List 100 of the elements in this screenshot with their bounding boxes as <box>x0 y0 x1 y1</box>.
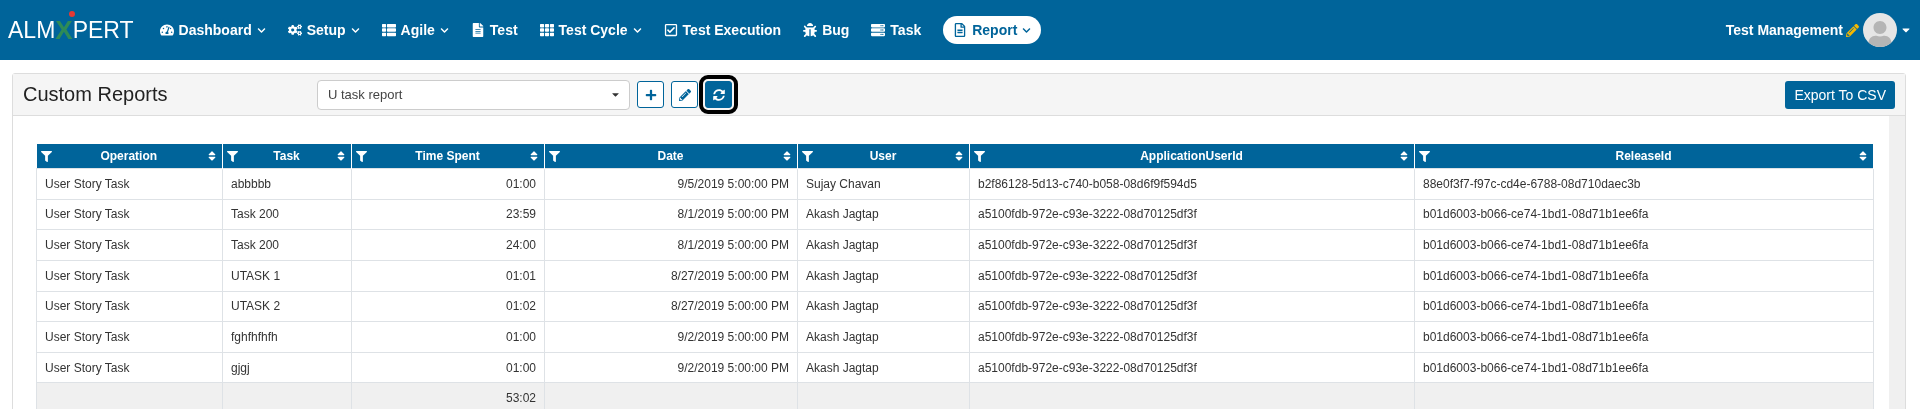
chevron-icon <box>1022 25 1032 35</box>
sort-icon[interactable] <box>335 150 347 162</box>
document-icon <box>953 23 968 37</box>
gauge-icon <box>159 23 174 37</box>
table-cell: Task 200 <box>222 229 352 261</box>
gears-icon <box>287 23 302 37</box>
chevron-icon <box>632 25 642 35</box>
table-cell: Akash Jagtap <box>797 229 970 261</box>
table-cell: b01d6003-b066-ce74-1bd1-08d71b1ee6fa <box>1414 199 1874 230</box>
table-cell: a5100fdb-972e-c93e-3222-08d70125df3f <box>969 291 1415 322</box>
table-cell: 8/27/2019 5:00:00 PM <box>544 291 798 322</box>
table-cell: User Story Task <box>36 352 223 383</box>
add-button[interactable] <box>637 81 664 108</box>
table-cell: 23:59 <box>351 199 545 230</box>
table-cell: 01:01 <box>351 260 545 291</box>
column-header[interactable]: Time Spent <box>351 144 545 169</box>
table-cell: b01d6003-b066-ce74-1bd1-08d71b1ee6fa <box>1414 352 1874 383</box>
table-cell: 9/2/2019 5:00:00 PM <box>544 352 798 383</box>
nav-item[interactable]: Task <box>871 22 922 38</box>
total-cell: 53:02 <box>351 382 545 409</box>
table-cell: Sujay Chavan <box>797 168 970 200</box>
nav-item[interactable]: Test Cycle <box>539 22 642 38</box>
refresh-icon <box>712 88 725 101</box>
pencil-icon <box>678 88 691 101</box>
table-cell: a5100fdb-972e-c93e-3222-08d70125df3f <box>969 352 1415 383</box>
table-cell: a5100fdb-972e-c93e-3222-08d70125df3f <box>969 229 1415 261</box>
table-cell: b01d6003-b066-ce74-1bd1-08d71b1ee6fa <box>1414 229 1874 261</box>
plus-icon <box>644 88 657 101</box>
column-header[interactable]: ReleaseId <box>1414 144 1874 169</box>
table-cell: UTASK 1 <box>222 260 352 291</box>
logo[interactable]: ALMXPERT <box>8 14 134 46</box>
column-header[interactable]: User <box>797 144 970 169</box>
table-cell: 9/5/2019 5:00:00 PM <box>544 168 798 200</box>
table-cell: 8/1/2019 5:00:00 PM <box>544 229 798 261</box>
table-cell: 88e0f3f7-f97c-cd4e-6788-08d710daec3b <box>1414 168 1874 200</box>
nav-item[interactable]: Test Execution <box>663 22 782 38</box>
sort-icon[interactable] <box>781 150 793 162</box>
panel-title: Custom Reports <box>23 83 169 106</box>
table-cell: gjgj <box>222 352 352 383</box>
grid-icon <box>539 23 554 37</box>
table-cell: Akash Jagtap <box>797 321 970 353</box>
table-cell: a5100fdb-972e-c93e-3222-08d70125df3f <box>969 199 1415 230</box>
sort-icon[interactable] <box>1398 150 1410 162</box>
filter-icon[interactable] <box>40 150 52 162</box>
chevron-icon <box>439 25 449 35</box>
table-cell: 8/1/2019 5:00:00 PM <box>544 199 798 230</box>
table-cell: 01:02 <box>351 291 545 322</box>
filter-icon[interactable] <box>1419 150 1430 162</box>
filter-icon[interactable] <box>974 150 985 162</box>
table-cell: User Story Task <box>36 291 223 322</box>
avatar[interactable] <box>1863 13 1897 47</box>
scrollbar[interactable] <box>1889 116 1905 409</box>
column-header[interactable]: Task <box>222 144 352 169</box>
table-cell: User Story Task <box>36 321 223 353</box>
export-button[interactable]: Export To CSV <box>1785 80 1895 109</box>
table-cell: Task 200 <box>222 199 352 230</box>
table-cell: Akash Jagtap <box>797 260 970 291</box>
table-cell: 01:00 <box>351 321 545 353</box>
table-cell: User Story Task <box>36 260 223 291</box>
report-select[interactable]: U task report <box>317 79 630 110</box>
table-cell: Akash Jagtap <box>797 352 970 383</box>
sort-icon[interactable] <box>206 150 218 162</box>
table-cell: abbbbb <box>222 168 352 200</box>
nav-item[interactable]: Dashboard <box>159 22 266 38</box>
edit-button[interactable] <box>671 81 698 108</box>
nav-item[interactable]: Agile <box>381 22 449 38</box>
checkbox-icon <box>663 23 678 37</box>
table-cell: User Story Task <box>36 229 223 261</box>
user-name[interactable]: Test Management <box>1725 22 1843 38</box>
sort-icon[interactable] <box>528 150 540 162</box>
nav-item[interactable]: Test <box>470 22 518 38</box>
nav-item[interactable]: Bug <box>803 22 850 38</box>
filter-icon[interactable] <box>549 150 560 162</box>
table-cell: b01d6003-b066-ce74-1bd1-08d71b1ee6fa <box>1414 291 1874 322</box>
pencil-icon[interactable] <box>1846 23 1859 37</box>
filter-icon[interactable] <box>356 150 367 162</box>
sort-icon[interactable] <box>953 150 965 162</box>
table-cell: b01d6003-b066-ce74-1bd1-08d71b1ee6fa <box>1414 260 1874 291</box>
table-cell: b2f86128-5d13-c740-b058-08d6f9f594d5 <box>969 168 1415 200</box>
chevron-icon <box>350 25 360 35</box>
filter-icon[interactable] <box>802 150 813 162</box>
column-header[interactable]: ApplicationUserId <box>969 144 1415 169</box>
filter-icon[interactable] <box>227 150 238 162</box>
column-header[interactable]: Operation <box>36 144 223 169</box>
table-cell: fghfhfhfh <box>222 321 352 353</box>
bug-icon <box>803 23 818 37</box>
table-cell: 8/27/2019 5:00:00 PM <box>544 260 798 291</box>
table-cell: b01d6003-b066-ce74-1bd1-08d71b1ee6fa <box>1414 321 1874 353</box>
column-header[interactable]: Date <box>544 144 798 169</box>
table-cell: 24:00 <box>351 229 545 261</box>
nav-item[interactable]: Setup <box>287 22 360 38</box>
sort-icon[interactable] <box>1857 150 1869 162</box>
table-cell: a5100fdb-972e-c93e-3222-08d70125df3f <box>969 321 1415 353</box>
chevron-icon <box>256 25 266 35</box>
table-cell: Akash Jagtap <box>797 199 970 230</box>
nav-item[interactable]: Report <box>943 16 1042 44</box>
server-icon <box>871 23 886 37</box>
list-icon <box>381 23 396 37</box>
table-cell: 01:00 <box>351 352 545 383</box>
table-cell: a5100fdb-972e-c93e-3222-08d70125df3f <box>969 260 1415 291</box>
